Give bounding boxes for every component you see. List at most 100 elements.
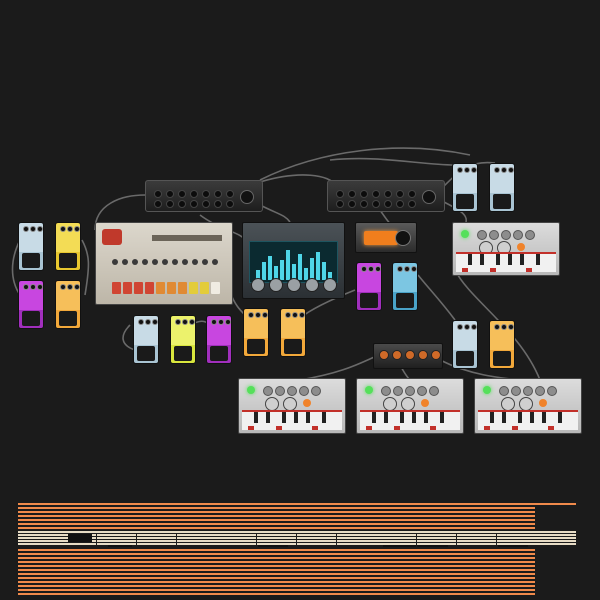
bass-synth[interactable] xyxy=(452,222,560,276)
channel-knob[interactable] xyxy=(202,190,210,198)
effect-pedal[interactable] xyxy=(18,280,44,329)
sequencer-lane xyxy=(18,565,535,567)
bass-synth[interactable] xyxy=(474,378,582,434)
effect-pedal[interactable] xyxy=(452,320,478,369)
channel-knob[interactable] xyxy=(384,200,392,208)
channel-knob[interactable] xyxy=(336,190,344,198)
drum-knob[interactable] xyxy=(172,259,178,265)
step-button[interactable] xyxy=(189,282,198,294)
channel-knob[interactable] xyxy=(226,200,234,208)
channel-knob[interactable] xyxy=(154,200,162,208)
synth-knob[interactable] xyxy=(323,278,337,292)
sequencer-lane xyxy=(18,589,535,591)
effect-pedal[interactable] xyxy=(18,222,44,271)
patch-cable xyxy=(329,157,456,166)
rack-canvas xyxy=(0,0,600,600)
step-button[interactable] xyxy=(200,282,209,294)
sequencer-lane xyxy=(18,577,535,579)
channel-knob[interactable] xyxy=(396,190,404,198)
channel-knob[interactable] xyxy=(372,200,380,208)
effect-pedal[interactable] xyxy=(280,308,306,357)
channel-knob[interactable] xyxy=(360,190,368,198)
sequencer-lane xyxy=(18,573,535,575)
mixer[interactable] xyxy=(145,180,263,212)
bass-synth[interactable] xyxy=(356,378,464,434)
drum-knob[interactable] xyxy=(192,259,198,265)
sequencer-lane xyxy=(18,557,535,559)
channel-knob[interactable] xyxy=(166,190,174,198)
channel-knob[interactable] xyxy=(336,200,344,208)
channel-knob[interactable] xyxy=(214,200,222,208)
channel-knob[interactable] xyxy=(360,200,368,208)
channel-knob[interactable] xyxy=(190,190,198,198)
mixer[interactable] xyxy=(327,180,445,212)
effect-pedal[interactable] xyxy=(206,315,232,364)
drum-knob[interactable] xyxy=(212,259,218,265)
channel-knob[interactable] xyxy=(226,190,234,198)
channel-knob[interactable] xyxy=(178,200,186,208)
effect-pedal[interactable] xyxy=(452,163,478,212)
synth[interactable] xyxy=(242,222,345,299)
step-button[interactable] xyxy=(156,282,165,294)
step-button[interactable] xyxy=(123,282,132,294)
effect-pedal[interactable] xyxy=(392,262,418,311)
sequencer-lane xyxy=(18,561,535,563)
synth-knob[interactable] xyxy=(251,278,265,292)
synth-knob[interactable] xyxy=(287,278,301,292)
drum-knob[interactable] xyxy=(182,259,188,265)
sequencer-lane xyxy=(18,540,576,542)
drum-knob[interactable] xyxy=(112,259,118,265)
effect-pedal[interactable] xyxy=(55,222,81,271)
synth-knob[interactable] xyxy=(305,278,319,292)
multi-knob-unit[interactable] xyxy=(373,343,443,369)
arrangement-sequencer[interactable] xyxy=(18,503,576,595)
step-button[interactable] xyxy=(112,282,121,294)
step-button[interactable] xyxy=(167,282,176,294)
patch-cable xyxy=(81,239,90,296)
drum-knob[interactable] xyxy=(152,259,158,265)
bass-synth[interactable] xyxy=(238,378,346,434)
step-button[interactable] xyxy=(134,282,143,294)
step-button[interactable] xyxy=(211,282,220,294)
effect-pedal[interactable] xyxy=(489,320,515,369)
channel-knob[interactable] xyxy=(202,200,210,208)
sequencer-lane xyxy=(18,549,535,551)
channel-knob[interactable] xyxy=(384,190,392,198)
drum-knob[interactable] xyxy=(132,259,138,265)
effect-pedal[interactable] xyxy=(55,280,81,329)
effect-pedal[interactable] xyxy=(133,315,159,364)
channel-knob[interactable] xyxy=(166,200,174,208)
amp-knob[interactable] xyxy=(395,230,411,246)
channel-knob[interactable] xyxy=(348,190,356,198)
channel-knob[interactable] xyxy=(396,200,404,208)
clip-block[interactable] xyxy=(68,534,92,542)
channel-knob[interactable] xyxy=(408,200,416,208)
drum-knob[interactable] xyxy=(142,259,148,265)
master-knob[interactable] xyxy=(422,190,436,204)
sequencer-lane xyxy=(18,585,535,587)
drum-knob[interactable] xyxy=(202,259,208,265)
effect-pedal[interactable] xyxy=(243,308,269,357)
channel-knob[interactable] xyxy=(154,190,162,198)
effect-pedal[interactable] xyxy=(489,163,515,212)
patch-cable xyxy=(259,174,336,186)
step-button[interactable] xyxy=(178,282,187,294)
effect-pedal[interactable] xyxy=(170,315,196,364)
step-button[interactable] xyxy=(145,282,154,294)
drum-knob[interactable] xyxy=(122,259,128,265)
synth-knob[interactable] xyxy=(269,278,283,292)
effect-pedal[interactable] xyxy=(356,262,382,311)
drum-knob[interactable] xyxy=(162,259,168,265)
channel-knob[interactable] xyxy=(348,200,356,208)
master-knob[interactable] xyxy=(240,190,254,204)
sequencer-lane xyxy=(18,523,535,525)
channel-knob[interactable] xyxy=(408,190,416,198)
drum-machine-logo xyxy=(102,229,122,245)
drum-machine[interactable] xyxy=(95,222,233,305)
channel-knob[interactable] xyxy=(178,190,186,198)
amp[interactable] xyxy=(355,222,417,253)
channel-knob[interactable] xyxy=(190,200,198,208)
channel-knob[interactable] xyxy=(214,190,222,198)
channel-knob[interactable] xyxy=(372,190,380,198)
sequencer-lane xyxy=(18,569,535,571)
